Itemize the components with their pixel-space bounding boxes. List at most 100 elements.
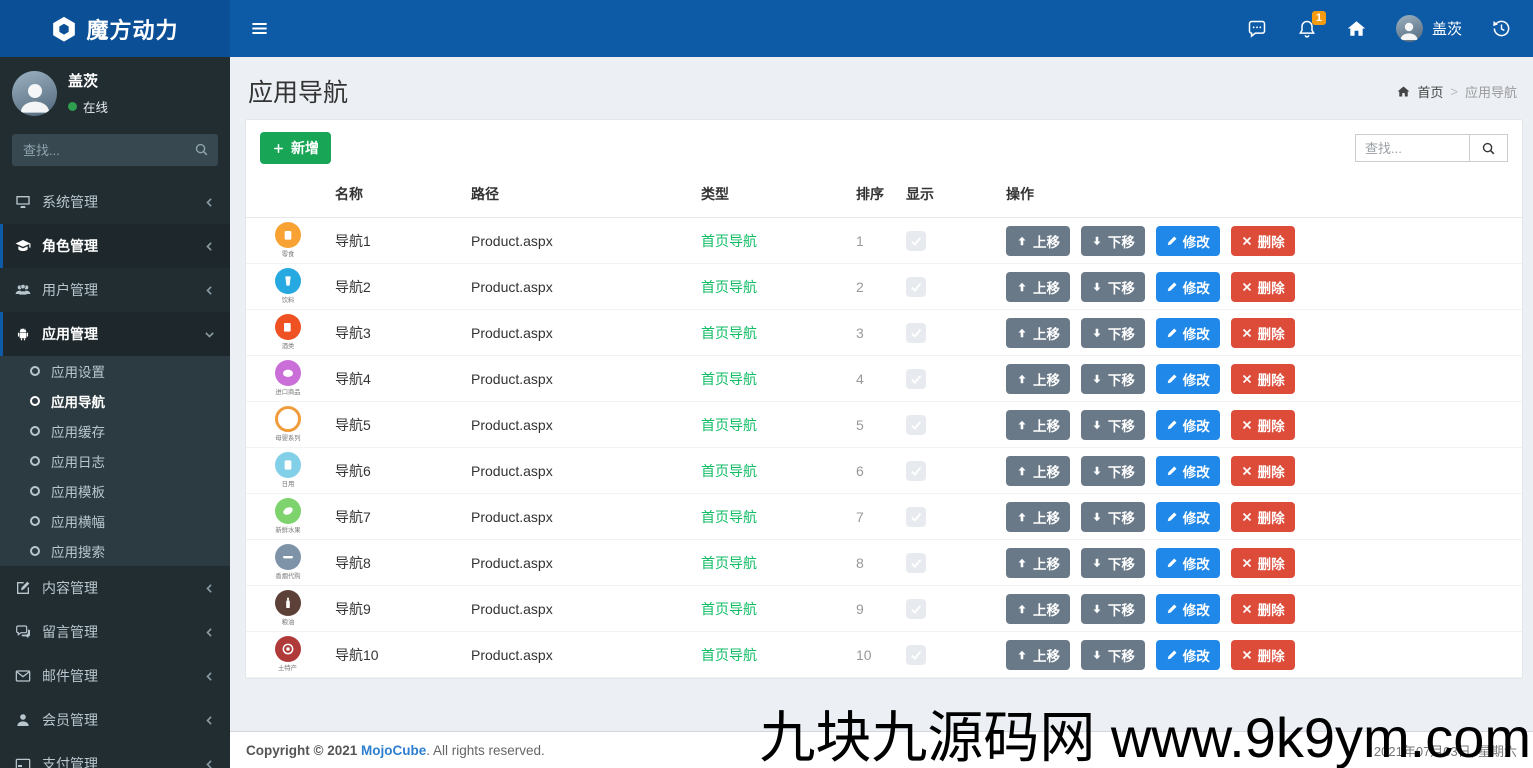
messages-button[interactable] (1247, 19, 1267, 39)
sidebar-item-app[interactable]: 应用管理 (0, 312, 230, 356)
nav-type-link[interactable]: 首页导航 (701, 371, 757, 387)
delete-button[interactable]: 删除 (1230, 317, 1295, 348)
notifications-button[interactable]: 1 (1297, 10, 1326, 39)
table-search-button[interactable] (1470, 134, 1508, 162)
sidebar-subitem-app-log[interactable]: 应用日志 (0, 446, 230, 476)
move-down-button[interactable]: 下移 (1080, 409, 1145, 440)
visible-checkbox[interactable] (906, 552, 926, 573)
nav-type-link[interactable]: 首页导航 (701, 463, 757, 479)
sidebar-item-message[interactable]: 留言管理 (0, 610, 230, 654)
product-icon-label: 粮油 (281, 619, 294, 626)
move-up-button[interactable]: 上移 (1006, 501, 1070, 532)
move-up-button[interactable]: 上移 (1006, 363, 1070, 394)
visible-checkbox[interactable] (906, 230, 926, 251)
sidebar-subitem-app-search[interactable]: 应用搜索 (0, 536, 230, 566)
nav-type-link[interactable]: 首页导航 (701, 509, 757, 525)
col-actions: 操作 (993, 175, 1522, 218)
sidebar-item-user[interactable]: 用户管理 (0, 268, 230, 312)
sidebar-item-mail[interactable]: 邮件管理 (0, 654, 230, 698)
move-up-button[interactable]: 上移 (1006, 547, 1070, 578)
nav-type-link[interactable]: 首页导航 (701, 279, 757, 295)
visible-checkbox[interactable] (906, 276, 926, 297)
sidebar-subitem-app-nav[interactable]: 应用导航 (0, 386, 230, 416)
visible-checkbox[interactable] (906, 322, 926, 343)
edit-button[interactable]: 修改 (1155, 225, 1220, 256)
move-up-button[interactable]: 上移 (1006, 271, 1070, 302)
visible-checkbox[interactable] (906, 414, 926, 435)
edit-button[interactable]: 修改 (1155, 409, 1220, 440)
move-down-button[interactable]: 下移 (1080, 639, 1145, 670)
delete-button[interactable]: 删除 (1230, 225, 1295, 256)
delete-button[interactable]: 删除 (1230, 501, 1295, 532)
brand-logo[interactable]: 魔方动力 (0, 0, 230, 57)
nav-type-link[interactable]: 首页导航 (701, 601, 757, 617)
move-down-button[interactable]: 下移 (1080, 225, 1145, 256)
visible-checkbox[interactable] (906, 644, 926, 665)
home-button[interactable] (1347, 19, 1366, 38)
sidebar-item-payment[interactable]: 支付管理 (0, 742, 230, 768)
sidebar-item-role[interactable]: 角色管理 (0, 224, 230, 268)
table-row: 零食 导航1 Product.aspx 首页导航 1 上移 下移 修改 删除 (246, 217, 1522, 264)
move-up-button[interactable]: 上移 (1006, 317, 1070, 348)
visible-checkbox[interactable] (906, 598, 926, 619)
edit-button[interactable]: 修改 (1155, 501, 1220, 532)
sidebar-item-system[interactable]: 系统管理 (0, 180, 230, 224)
search-icon[interactable] (194, 142, 209, 157)
move-up-button[interactable]: 上移 (1006, 225, 1070, 256)
visible-checkbox[interactable] (906, 368, 926, 389)
move-up-button[interactable]: 上移 (1006, 639, 1070, 670)
move-down-button[interactable]: 下移 (1080, 317, 1145, 348)
edit-button[interactable]: 修改 (1155, 271, 1220, 302)
table-search-input[interactable] (1355, 134, 1470, 162)
delete-button[interactable]: 删除 (1230, 409, 1295, 440)
sidebar-search-input[interactable] (12, 134, 218, 166)
arrow-up-icon (1016, 327, 1028, 339)
nav-type-link[interactable]: 首页导航 (701, 555, 757, 571)
delete-button[interactable]: 删除 (1230, 593, 1295, 624)
user-menu[interactable]: 盖茨 (1395, 15, 1462, 42)
table-row: 粮油 导航9 Product.aspx 首页导航 9 上移 下移 修改 删除 (246, 585, 1522, 632)
edit-button[interactable]: 修改 (1155, 455, 1220, 486)
move-up-button[interactable]: 上移 (1006, 409, 1070, 440)
edit-button[interactable]: 修改 (1155, 639, 1220, 670)
visible-checkbox[interactable] (906, 506, 926, 527)
check-icon (909, 556, 923, 570)
breadcrumb-home[interactable]: 首页 (1417, 82, 1443, 101)
sidebar-subitem-app-cache[interactable]: 应用缓存 (0, 416, 230, 446)
nav-type-link[interactable]: 首页导航 (701, 325, 757, 341)
sidebar-subitem-app-settings[interactable]: 应用设置 (0, 356, 230, 386)
table-header-row: 名称 路径 类型 排序 显示 操作 (246, 175, 1522, 218)
delete-button[interactable]: 删除 (1230, 547, 1295, 578)
sidebar-item-member[interactable]: 会员管理 (0, 698, 230, 742)
delete-button[interactable]: 删除 (1230, 271, 1295, 302)
nav-type-link[interactable]: 首页导航 (701, 647, 757, 663)
envelope-icon (15, 668, 31, 684)
sidebar-item-content[interactable]: 内容管理 (0, 566, 230, 610)
visible-checkbox[interactable] (906, 460, 926, 481)
nav-type-link[interactable]: 首页导航 (701, 417, 757, 433)
table-toolbar: 新增 (246, 132, 1522, 175)
sidebar-subitem-app-template[interactable]: 应用模板 (0, 476, 230, 506)
add-button[interactable]: 新增 (260, 132, 331, 164)
delete-button[interactable]: 删除 (1230, 639, 1295, 670)
delete-button[interactable]: 删除 (1230, 363, 1295, 394)
move-up-button[interactable]: 上移 (1006, 455, 1070, 486)
sidebar-subitem-app-banner[interactable]: 应用横幅 (0, 506, 230, 536)
edit-button[interactable]: 修改 (1155, 363, 1220, 394)
edit-button[interactable]: 修改 (1155, 317, 1220, 348)
sidebar-toggle-button[interactable] (230, 0, 289, 57)
move-down-button[interactable]: 下移 (1080, 363, 1145, 394)
move-down-button[interactable]: 下移 (1080, 271, 1145, 302)
edit-button[interactable]: 修改 (1155, 593, 1220, 624)
move-down-button[interactable]: 下移 (1080, 593, 1145, 624)
move-up-button[interactable]: 上移 (1006, 593, 1070, 624)
move-down-button[interactable]: 下移 (1080, 501, 1145, 532)
move-down-button[interactable]: 下移 (1080, 547, 1145, 578)
move-down-button[interactable]: 下移 (1080, 455, 1145, 486)
nav-type-link[interactable]: 首页导航 (701, 233, 757, 249)
delete-x-icon (1241, 557, 1253, 569)
delete-button[interactable]: 删除 (1230, 455, 1295, 486)
edit-button[interactable]: 修改 (1155, 547, 1220, 578)
footer-brand-link[interactable]: MojoCube (361, 743, 426, 758)
history-button[interactable] (1492, 19, 1511, 38)
